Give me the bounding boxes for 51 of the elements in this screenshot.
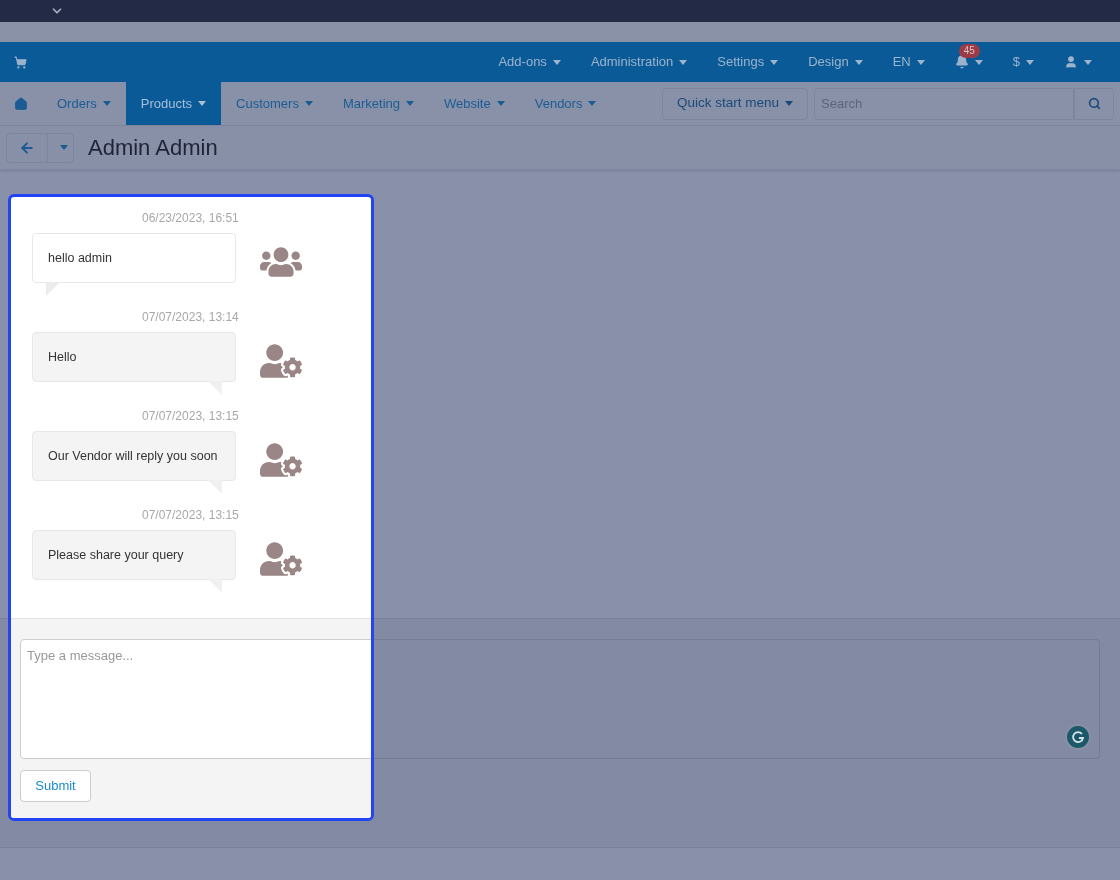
menu-item[interactable]: Add-ons: [498, 52, 561, 72]
notification-badge: 45: [958, 44, 980, 58]
search-icon: [1087, 97, 1101, 110]
menu-item[interactable]: EN: [892, 52, 925, 72]
caret-icon: [406, 101, 414, 106]
message-text: Our Vendor will reply you soon: [48, 447, 218, 465]
caret-icon: [785, 101, 793, 106]
cart-icon[interactable]: [14, 55, 27, 69]
menu-item[interactable]: Administration: [590, 52, 688, 72]
back-button[interactable]: [6, 132, 48, 163]
grammar-icon: [1065, 724, 1091, 750]
quick-start-button[interactable]: Quick start menu: [661, 87, 808, 120]
nav-tab[interactable]: Marketing: [327, 82, 429, 125]
caret-icon: [854, 59, 863, 65]
caret-icon: [770, 59, 779, 65]
caret-icon: [552, 59, 561, 65]
menu-item[interactable]: Design: [808, 52, 863, 72]
user-icon[interactable]: [1064, 55, 1078, 69]
nav-tab[interactable]: Customers: [221, 82, 328, 125]
message-text: hello admin: [48, 249, 112, 267]
home-icon[interactable]: [14, 96, 28, 111]
message-timestamp: 07/07/2023, 13:15: [142, 408, 240, 425]
page-title: Admin Admin: [88, 134, 218, 162]
bell-icon[interactable]: [954, 55, 969, 69]
caret-icon: [59, 145, 68, 150]
caret-icon: [974, 59, 983, 65]
message-timestamp: 07/07/2023, 13:14: [142, 309, 240, 326]
nav-tab[interactable]: Products: [125, 82, 222, 125]
caret-icon: [588, 101, 597, 106]
arrow-left-icon: [19, 139, 35, 156]
message-input[interactable]: Type a message...: [20, 639, 371, 759]
caret-icon: [1084, 59, 1092, 65]
nav-tab[interactable]: Orders: [42, 82, 126, 125]
search-button[interactable]: [1074, 87, 1114, 120]
message-text: Hello: [48, 348, 77, 366]
caret-icon: [679, 59, 688, 65]
dropdown-button[interactable]: [48, 132, 74, 163]
menu-item[interactable]: Settings: [717, 52, 779, 72]
caret-icon: [102, 101, 111, 106]
nav-tab[interactable]: Website: [429, 82, 520, 125]
caret-icon: [304, 101, 313, 106]
caret-icon: [1026, 59, 1034, 65]
caret-icon: [496, 101, 505, 106]
message-timestamp: 06/23/2023, 16:51: [142, 210, 240, 227]
message-timestamp: 07/07/2023, 13:15: [142, 507, 240, 524]
caret-icon: [916, 59, 925, 65]
nav-tab[interactable]: Vendors: [519, 82, 612, 125]
message-text: Please share your query: [48, 546, 184, 564]
submit-button[interactable]: Submit: [20, 770, 91, 802]
caret-icon: [198, 101, 207, 106]
currency-menu[interactable]: $: [1012, 52, 1034, 72]
